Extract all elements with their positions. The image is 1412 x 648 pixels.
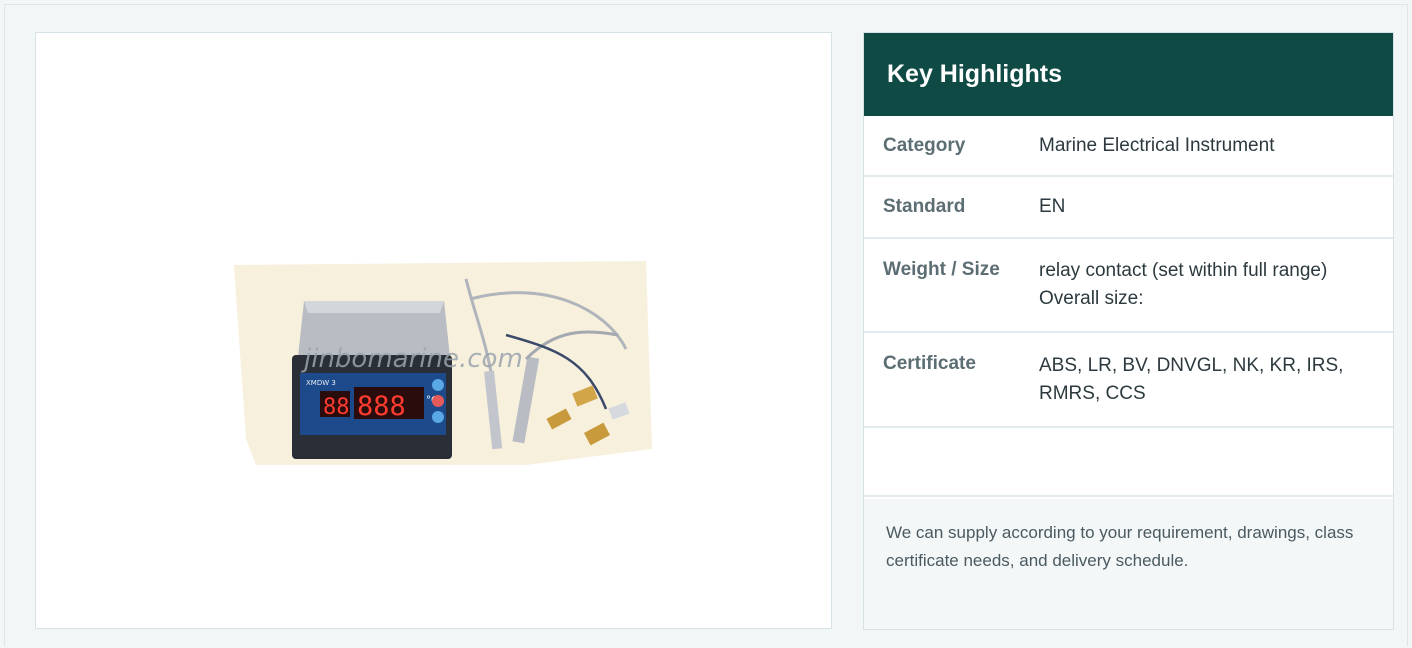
supply-note: We can supply according to your requirem…	[864, 499, 1393, 629]
highlight-value: ABS, LR, BV, DNVGL, NK, KR, IRS, RMRS, C…	[1039, 354, 1344, 404]
highlight-row-weight-size: Weight / Size relay contact (set within …	[864, 239, 1393, 333]
page: 88 888 °C XMDW 3 jinbomarine.com Key Hig…	[4, 4, 1408, 646]
key-highlights-title: Key Highlights	[864, 33, 1393, 116]
highlight-row-standard: Standard EN	[864, 177, 1393, 239]
highlight-label: Certificate	[883, 353, 976, 374]
highlight-value: relay contact (set within full range) Ov…	[1039, 260, 1328, 309]
svg-text:888: 888	[357, 391, 406, 422]
highlight-value: Marine Electrical Instrument	[1039, 134, 1275, 156]
highlight-label: Category	[883, 134, 966, 156]
highlight-row-category: Category Marine Electrical Instrument	[864, 116, 1393, 177]
highlight-label: Standard	[883, 196, 966, 217]
product-image: 88 888 °C XMDW 3 jinbomarine.com	[234, 261, 652, 465]
display-model-label: XMDW 3	[306, 379, 336, 387]
highlight-label: Weight / Size	[883, 259, 1000, 280]
product-image-panel: 88 888 °C XMDW 3 jinbomarine.com	[35, 32, 832, 629]
highlight-row-certificate: Certificate ABS, LR, BV, DNVGL, NK, KR, …	[864, 333, 1393, 428]
svg-text:88: 88	[323, 395, 350, 420]
key-highlights-card: Key Highlights Category Marine Electrica…	[863, 32, 1394, 630]
highlight-value: EN	[1039, 196, 1066, 217]
highlight-row-empty	[864, 428, 1393, 497]
watermark-text: jinbomarine.com	[301, 344, 523, 374]
